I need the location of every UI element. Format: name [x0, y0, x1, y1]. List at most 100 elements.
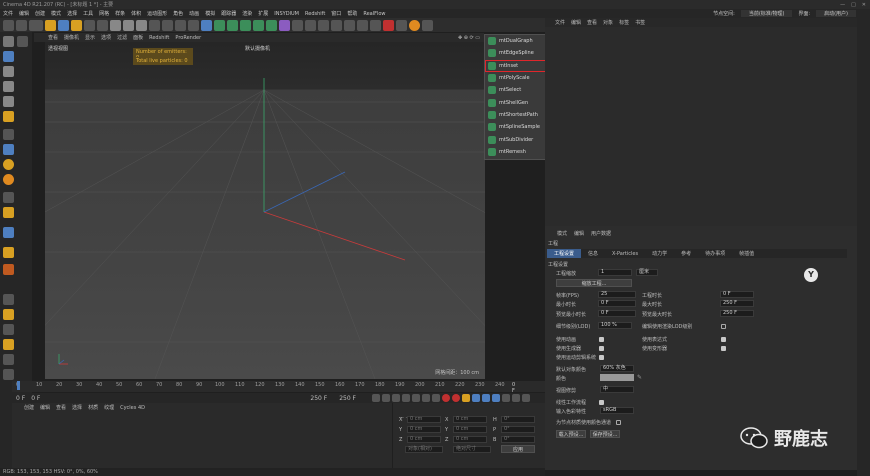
python-icon[interactable]	[357, 19, 368, 31]
object-manager[interactable]	[545, 18, 857, 226]
cloner-icon[interactable]	[253, 19, 264, 31]
goto-start-icon[interactable]	[372, 394, 380, 402]
playhead-marker[interactable]	[17, 381, 20, 390]
live-select-icon[interactable]	[29, 19, 43, 31]
menu-item-mtsubdivider[interactable]: mtSubDivider	[485, 133, 547, 145]
menu-select[interactable]: 选择	[67, 10, 77, 17]
menu-mesh[interactable]: 网格	[99, 10, 109, 17]
use-deformers-checkbox[interactable]	[721, 346, 726, 351]
record-icon[interactable]	[442, 394, 450, 402]
coordinate-system-icon[interactable]	[149, 19, 160, 31]
menu-animate[interactable]: 动画	[189, 10, 199, 17]
timeline-menu-icon[interactable]	[522, 394, 530, 402]
right-side-tabs[interactable]	[857, 18, 870, 476]
next-frame-icon[interactable]	[412, 394, 420, 402]
maximize-icon[interactable]: □	[851, 2, 856, 8]
pos-x-field[interactable]: 0 cm	[407, 416, 441, 423]
tweak-mode-icon[interactable]	[3, 144, 14, 155]
uv-mode-icon[interactable]	[3, 111, 14, 122]
mat-menu-texture[interactable]: 纹理	[104, 404, 114, 411]
use-expressions-checkbox[interactable]	[721, 337, 726, 342]
next-key-icon[interactable]	[422, 394, 430, 402]
menu-file[interactable]: 文件	[3, 10, 13, 17]
prev-frame-icon[interactable]	[392, 394, 400, 402]
polygons-mode-icon[interactable]	[3, 96, 14, 107]
undo-icon[interactable]	[3, 19, 14, 31]
bridge-icon[interactable]	[3, 354, 14, 365]
menu-item-mtshellgen[interactable]: mtShellGen	[485, 96, 547, 108]
tab-xparticles[interactable]: X-Particles	[605, 249, 645, 258]
menu-item-mtremesh[interactable]: mtRemesh	[485, 146, 547, 158]
knife-icon[interactable]	[3, 324, 14, 335]
menu-insydium[interactable]: INSYDIUM	[274, 11, 299, 17]
viewport-nav-icons[interactable]: ✥ ⊕ ⟳ ▭	[458, 35, 484, 41]
use-motion-system-checkbox[interactable]	[599, 355, 604, 360]
end-frame-field[interactable]: 250 F	[310, 395, 327, 402]
rotate-icon[interactable]	[71, 19, 82, 31]
menu-spline[interactable]: 样条	[115, 10, 125, 17]
cube-icon[interactable]	[201, 19, 212, 31]
max-time-field[interactable]: 250 F	[720, 300, 754, 307]
color-swatch[interactable]	[600, 374, 634, 381]
start-frame-field[interactable]: 0 F	[16, 395, 25, 402]
min-time-field[interactable]: 0 F	[598, 300, 636, 307]
tab-frame-interpolation[interactable]: 帧插值	[732, 249, 761, 258]
size-z-field[interactable]: 0 cm	[453, 436, 487, 443]
tab-info[interactable]: 信息	[581, 249, 605, 258]
size-y-field[interactable]: 0 cm	[453, 426, 487, 433]
mat-menu-view[interactable]: 查看	[56, 404, 66, 411]
menu-volume[interactable]: 体积	[131, 10, 141, 17]
vp-menu-filter[interactable]: 过滤	[117, 34, 127, 41]
recent-tools-icon[interactable]	[84, 19, 95, 31]
texture-mode-icon[interactable]	[3, 51, 14, 62]
model-mode-icon[interactable]	[17, 36, 28, 47]
menu-render[interactable]: 渲染	[242, 10, 252, 17]
menu-mograph[interactable]: 运动图形	[147, 10, 167, 17]
view-clipping-select[interactable]: 中	[600, 386, 634, 393]
close-icon[interactable]: ✕	[862, 2, 866, 8]
locked-workplane-icon[interactable]	[3, 192, 14, 203]
fps-field[interactable]: 25	[598, 291, 636, 298]
size-mode-select[interactable]: 绝对尺寸	[453, 446, 491, 453]
tab-project-settings[interactable]: 工程设置	[547, 249, 582, 258]
key-param-icon[interactable]	[502, 394, 510, 402]
redshift-icon[interactable]	[383, 19, 394, 31]
tab-referencing[interactable]: 参考	[674, 249, 698, 258]
snapshot-icon[interactable]	[370, 19, 381, 31]
lod-render-checkbox[interactable]	[721, 324, 726, 329]
menu-extensions[interactable]: 扩展	[258, 10, 268, 17]
smooth-icon[interactable]	[3, 309, 14, 320]
menu-help[interactable]: 帮助	[347, 10, 357, 17]
render-picture-viewer-icon[interactable]	[175, 19, 186, 31]
menu-edit[interactable]: 编辑	[19, 10, 29, 17]
obj-menu-bookmarks[interactable]: 书签	[635, 19, 645, 26]
menu-tools[interactable]: 工具	[83, 10, 93, 17]
magnet-icon[interactable]	[3, 339, 14, 350]
pen-icon[interactable]	[214, 19, 225, 31]
scale-icon[interactable]	[58, 19, 69, 31]
user-avatar-icon[interactable]: Y	[804, 268, 818, 282]
project-scale-field[interactable]: 1	[598, 269, 632, 276]
key-pla-icon[interactable]	[512, 394, 520, 402]
z-axis-icon[interactable]	[136, 19, 147, 31]
redo-icon[interactable]	[16, 19, 27, 31]
axis-mode-icon[interactable]	[3, 129, 14, 140]
menu-window[interactable]: 窗口	[331, 10, 341, 17]
project-time-field[interactable]: 0 F	[720, 291, 754, 298]
menu-character[interactable]: 角色	[173, 10, 183, 17]
obj-menu-tags[interactable]: 标签	[619, 19, 629, 26]
tab-todo[interactable]: 待办事项	[698, 249, 732, 258]
lock-icon[interactable]	[396, 19, 407, 31]
y-axis-icon[interactable]	[123, 19, 134, 31]
linear-workflow-checkbox[interactable]	[599, 400, 604, 405]
tab-dynamics[interactable]: 动力学	[645, 249, 674, 258]
layout-select[interactable]: 启动(用户)	[816, 10, 856, 17]
project-scale-unit[interactable]: 厘米	[636, 269, 658, 276]
make-editable-icon[interactable]	[3, 36, 14, 47]
input-color-select[interactable]: sRGB	[600, 407, 634, 414]
eyedropper-icon[interactable]: ✎	[637, 374, 642, 381]
render-view-icon[interactable]	[162, 19, 173, 31]
menu-item-mtedgespline[interactable]: mtEdgeSpline	[485, 47, 547, 59]
transform-icon[interactable]	[97, 19, 108, 31]
key-scale-icon[interactable]	[482, 394, 490, 402]
